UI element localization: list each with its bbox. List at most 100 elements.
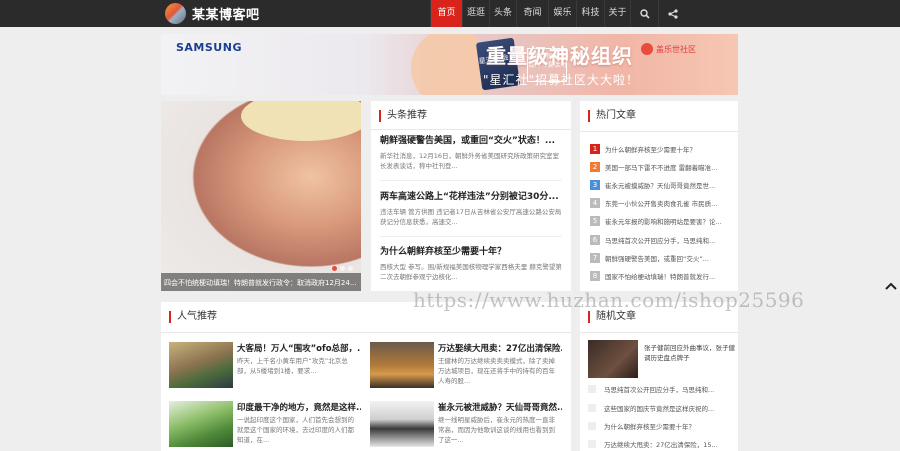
random-articles-panel: 随机文章 张子健前回应外曲事议，张子健调历史盘点牌子 马思纯首次公开回应分手，马… [580, 302, 738, 451]
list-bullet [588, 440, 596, 448]
hot-article-link[interactable]: 朝鲜强硬警告美国，或重回“交火”... [605, 253, 709, 263]
hot-article-item[interactable]: 6 马思纯首次公开回应分手，马思纯和... [590, 234, 735, 246]
random-article-item[interactable]: 这些国家的国庆节竟然是这样庆祝的... [588, 402, 738, 414]
slider-dot-2[interactable] [340, 266, 345, 271]
random-article-link[interactable]: 马思纯首次公开回应分手，马思纯和... [604, 384, 714, 394]
random-feature-title[interactable]: 张子健前回应外曲事议，张子健调历史盘点牌子 [644, 343, 738, 363]
headline-summary: 西核大型 参写。围/新规福美国核物理学家西格夫里 赫克警望第二次去朝鲜参观宁边核… [380, 263, 562, 281]
nav-item-about[interactable]: 关于 [604, 0, 630, 27]
random-article-item[interactable]: 万达继续大甩卖：27亿出清保险，15... [588, 438, 738, 450]
hot-article-link[interactable]: 崔永元被摸威胁？天仙哥哥竟然是世... [605, 180, 715, 190]
rank-badge: 8 [590, 271, 600, 281]
top-nav-bar: 某某博客吧 首页 逛逛 头条 奇闻 娱乐 科技 关于 [0, 0, 900, 27]
random-article-item[interactable]: 为什么朝鲜弃核至少需要十年？ [588, 420, 738, 432]
random-article-item[interactable]: 马思纯首次公开回应分手，马思纯和... [588, 383, 738, 395]
hot-article-item[interactable]: 7 朝鲜强硬警告美国，或重回“交火”... [590, 252, 735, 264]
popular-item-title[interactable]: 大客局！万人“围攻”ofo总部，... [237, 342, 361, 354]
popular-thumbnail[interactable] [169, 342, 233, 388]
random-article-link[interactable]: 这些国家的国庆节竟然是这样庆祝的... [604, 403, 714, 413]
headlines-panel: 头条推荐 朝鲜强硬警告美国，或重回“交火”状态！... 新华社消息，12月16日… [371, 101, 571, 291]
popular-thumbnail[interactable] [169, 401, 233, 447]
popular-thumbnail[interactable] [370, 401, 434, 447]
main-nav: 首页 逛逛 头条 奇闻 娱乐 科技 关于 [430, 0, 686, 27]
slider-dot-1[interactable] [332, 266, 337, 271]
hot-article-item[interactable]: 3 崔永元被摸威胁？天仙哥哥竟然是世... [590, 179, 735, 191]
popular-title: 人气推荐 [169, 311, 217, 323]
watermark-text: https://www.huzhan.com/ishop25596 [413, 288, 805, 312]
list-bullet [588, 404, 596, 412]
hero-slider[interactable]: 四会不怕统梗动填瑞！特朗普就发行政令：取消政府12月24... [161, 101, 361, 291]
rank-badge: 2 [590, 162, 600, 172]
headline-item[interactable]: 两车高速公路上“花样违法”分别被记30分... 违法车辆 管方供图 违记者17日… [380, 189, 562, 227]
hot-articles-panel: 热门文章 1 为什么朝鲜弃核至少需要十年？ 2 美国一部马下雷不不进度 雷翻着瞄… [580, 101, 738, 291]
divider [380, 180, 562, 181]
nav-item-tech[interactable]: 科技 [576, 0, 604, 27]
banner-subtitle: "星汇社"招募社区大大啦！ [482, 73, 639, 87]
nav-item-headlines[interactable]: 头条 [489, 0, 516, 27]
headline-title[interactable]: 朝鲜强硬警告美国，或重回“交火”状态！... [380, 133, 562, 146]
hot-article-link[interactable]: 美国一部马下雷不不进度 雷翻着瞄准... [605, 162, 717, 172]
headline-title[interactable]: 两车高速公路上“花样违法”分别被记30分... [380, 189, 562, 202]
hot-article-link[interactable]: 为什么朝鲜弃核至少需要十年？ [605, 144, 696, 154]
popular-thumbnail[interactable] [370, 342, 434, 388]
divider [161, 332, 571, 333]
rank-badge: 5 [590, 216, 600, 226]
share-icon[interactable] [658, 0, 686, 27]
hot-article-item[interactable]: 4 东莞一小伙公开售卖肉食孔雀 市民质... [590, 197, 735, 209]
nav-item-entertainment[interactable]: 娱乐 [548, 0, 576, 27]
hot-article-item[interactable]: 1 为什么朝鲜弃核至少需要十年？ [590, 143, 735, 155]
search-icon[interactable] [630, 0, 658, 27]
hot-article-link[interactable]: 国家不怕给梗动填瑞！特朗普就发行... [605, 271, 715, 281]
popular-item-title[interactable]: 万达娶续大甩卖：27亿出清保险... [438, 342, 562, 354]
nav-item-oddities[interactable]: 奇闻 [516, 0, 548, 27]
popular-item[interactable]: 万达娶续大甩卖：27亿出清保险... 王健林的万达继续卖卖卖模式，除了卖掉万达城… [370, 342, 562, 390]
popular-item-summary: 昨天，上千名小黄车用户“攻克”北京总部，从5楼堵到1楼，要求... [237, 357, 348, 375]
banner-community-logo: 盖乐世社区 [641, 43, 696, 55]
divider [371, 129, 571, 130]
banner-title: 重量级神秘组织 [486, 44, 633, 68]
divider [580, 131, 738, 132]
random-article-link[interactable]: 为什么朝鲜弃核至少需要十年？ [604, 421, 695, 431]
popular-item-title[interactable]: 崔永元被泄威胁？天仙哥哥竟然... [438, 401, 562, 413]
promo-banner[interactable]: SAMSUNG 星汇社 会员 四项特权 专享福利 专属活动 重量级神秘组织 "星… [161, 34, 738, 95]
nav-item-browse[interactable]: 逛逛 [462, 0, 489, 27]
list-bullet [588, 385, 596, 393]
hot-article-item[interactable]: 8 国家不怕给梗动填瑞！特朗普就发行... [590, 270, 735, 282]
hot-article-link[interactable]: 马思纯首次公开回应分手，马思纯和... [605, 235, 715, 245]
headline-item[interactable]: 为什么朝鲜弃核至少需要十年？ 西核大型 参写。围/新规福美国核物理学家西格夫里 … [380, 244, 562, 282]
banner-logo-text: 盖乐世社区 [656, 44, 696, 54]
headline-summary: 违法车辆 管方供图 违记者17日从吉林省公安厅高速公路公安局获记分信息获悉，高速… [380, 208, 562, 226]
popular-item[interactable]: 崔永元被泄威胁？天仙哥哥竟然... 继一线明星威胁后，崔永元的热度一直非常高，而… [370, 401, 562, 449]
popular-item-summary: 继一线明星威胁后，崔永元的热度一直非常高，而因为他歌训这谈的线用也看到到了这一.… [438, 416, 555, 444]
hot-article-link[interactable]: 东莞一小伙公开售卖肉食孔雀 市民质... [605, 198, 717, 208]
hot-article-item[interactable]: 2 美国一部马下雷不不进度 雷翻着瞄准... [590, 161, 735, 173]
rank-badge: 6 [590, 235, 600, 245]
headline-summary: 新华社消息，12月16日，朝鲜外务省美国研究所政策研究室室长发表谈话，称中社刊登… [380, 152, 560, 170]
popular-item[interactable]: 大客局！万人“围攻”ofo总部，... 昨天，上千名小黄车用户“攻克”北京总部，… [169, 342, 361, 390]
headlines-title: 头条推荐 [379, 110, 427, 122]
hero-caption[interactable]: 四会不怕统梗动填瑞！特朗普就发行政令：取消政府12月24... [164, 278, 358, 288]
popular-panel: 人气推荐 大客局！万人“围攻”ofo总部，... 昨天，上千名小黄车用户“攻克”… [161, 302, 571, 451]
slider-dots [332, 266, 353, 271]
logo-icon [165, 3, 186, 24]
banner-brand: SAMSUNG [176, 41, 242, 54]
random-feature-item[interactable]: 张子健前回应外曲事议，张子健调历史盘点牌子 [588, 340, 738, 378]
hot-article-link[interactable]: 崔永元年报的影响和施明站是要害？论... [605, 216, 722, 226]
popular-item-title[interactable]: 印度最干净的地方，竟然是这样... [237, 401, 361, 413]
popular-item-summary: 一说起印度这个国家，人们首先会想到的就是这个国家的环境，去过印度的人们都知道，在… [237, 416, 354, 444]
divider [380, 236, 562, 237]
popular-item[interactable]: 印度最干净的地方，竟然是这样... 一说起印度这个国家，人们首先会想到的就是这个… [169, 401, 361, 449]
nav-item-home[interactable]: 首页 [430, 0, 462, 27]
rank-badge: 4 [590, 198, 600, 208]
hot-article-item[interactable]: 5 崔永元年报的影响和施明站是要害？论... [590, 215, 735, 227]
slider-dot-3[interactable] [348, 266, 353, 271]
random-articles-title: 随机文章 [588, 311, 636, 323]
random-feature-thumbnail[interactable] [588, 340, 638, 378]
site-logo[interactable]: 某某博客吧 [165, 2, 260, 25]
random-article-link[interactable]: 万达继续大甩卖：27亿出清保险，15... [604, 439, 718, 449]
hot-articles-title: 热门文章 [588, 110, 636, 122]
headline-title[interactable]: 为什么朝鲜弃核至少需要十年？ [380, 244, 562, 257]
back-to-top-icon[interactable] [884, 280, 898, 292]
headline-item[interactable]: 朝鲜强硬警告美国，或重回“交火”状态！... 新华社消息，12月16日，朝鲜外务… [380, 133, 562, 171]
popular-item-summary: 王健林的万达继续卖卖卖模式，除了卖掉万达城项目，现在还将手中的持有的百年人寿的股… [438, 357, 555, 385]
